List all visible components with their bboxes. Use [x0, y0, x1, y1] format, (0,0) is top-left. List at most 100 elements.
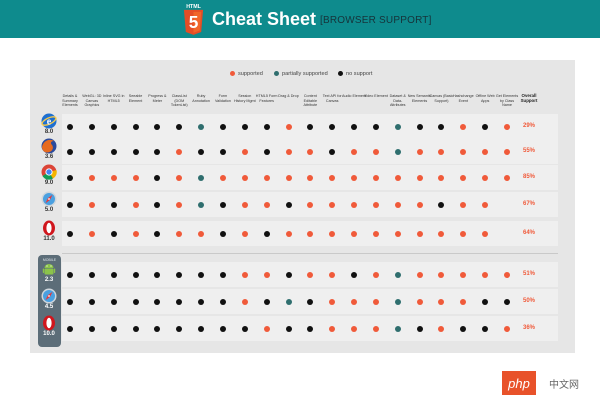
- ie-icon: e: [41, 113, 57, 129]
- no-support-dot: [110, 201, 117, 208]
- no-support-dot: [132, 123, 139, 130]
- logo-number: 5: [189, 12, 199, 32]
- overall-support-value: 64%: [522, 230, 535, 236]
- no-support-dot: [176, 123, 183, 130]
- browser-version: 4.5: [44, 304, 54, 310]
- column-header: Dataset & Data- Attributes: [389, 94, 406, 107]
- no-support-dot: [154, 201, 161, 208]
- browser-badge: 9.0: [37, 164, 61, 190]
- supported-dot: [241, 201, 248, 208]
- overall-support-header: Overall Support: [520, 93, 538, 103]
- no-support-dot: [438, 201, 445, 208]
- column-header: Drag & Drop: [278, 94, 299, 98]
- supported-dot: [329, 230, 336, 237]
- column-header: HTML5 Form Features: [255, 94, 278, 103]
- supported-dot: [285, 174, 292, 181]
- supported-dot: [504, 325, 510, 332]
- no-support-dot: [67, 271, 73, 278]
- no-support-dot: [285, 201, 292, 208]
- supported-dot: [482, 271, 489, 278]
- supported-dot: [416, 271, 423, 278]
- partial-dot: [198, 201, 205, 208]
- supported-dot: [482, 201, 489, 208]
- no-support-dot: [67, 148, 73, 155]
- column-header: Video Element: [363, 94, 388, 98]
- supported-dot: [329, 201, 336, 208]
- logo-text: HTML: [186, 4, 201, 10]
- no-support-dot: [88, 123, 95, 130]
- supported-dot: [241, 174, 248, 181]
- supported-dot: [176, 201, 183, 208]
- php-watermark-logo: php 中文网: [502, 371, 592, 395]
- supported-dot: [416, 148, 423, 155]
- no-support-dot: [154, 271, 161, 278]
- supported-dot: [329, 298, 336, 305]
- column-header: Details & Summary Elements: [62, 94, 78, 107]
- supported-dot: [351, 230, 358, 237]
- no-support-dot: [351, 123, 358, 130]
- no-support-dot: [263, 298, 270, 305]
- no-support-dot: [504, 298, 510, 305]
- no-support-dot: [176, 271, 183, 278]
- supported-dot: [416, 201, 423, 208]
- supported-dot: [460, 148, 467, 155]
- supported-dot: [416, 298, 423, 305]
- android-icon: [41, 261, 57, 277]
- partial-dot: [394, 123, 401, 130]
- column-header: Inline SVG in HTML5: [102, 94, 125, 103]
- no-support-dot: [154, 174, 161, 181]
- no-support-dot: [219, 325, 226, 332]
- no-support-dot: [219, 271, 226, 278]
- no-support-dot: [110, 271, 117, 278]
- no-support-dot: [482, 325, 489, 332]
- html5-logo-icon: HTML 5: [183, 4, 204, 35]
- no-support-dot: [460, 325, 467, 332]
- supported-dot: [307, 201, 314, 208]
- supported-dot: [88, 201, 95, 208]
- supported-dot: [482, 174, 489, 181]
- supported-dot: [263, 201, 270, 208]
- supported-dot: [241, 148, 248, 155]
- supported-dot: [219, 174, 226, 181]
- no-support-dot: [241, 123, 248, 130]
- supported-dot: [176, 174, 183, 181]
- no-support-dot: [198, 271, 205, 278]
- legend-supported: supported: [230, 71, 263, 78]
- no-support-dot: [110, 230, 117, 237]
- browser-badge: 5.0: [37, 191, 61, 217]
- no-support-dot: [372, 123, 379, 130]
- no-support-dot: [219, 230, 226, 237]
- supported-dot: [263, 174, 270, 181]
- no-support-dot: [154, 230, 161, 237]
- no-support-dot: [176, 325, 183, 332]
- supported-dot: [504, 148, 510, 155]
- no-support-dot: [219, 298, 226, 305]
- supported-dot: [132, 230, 139, 237]
- supported-dot: [372, 201, 379, 208]
- header-bar: HTML 5 Cheat Sheet [BROWSER SUPPORT]: [0, 0, 600, 38]
- supported-dot: [176, 230, 183, 237]
- no-support-dot: [110, 298, 117, 305]
- supported-dot: [263, 271, 270, 278]
- no-support-dot: [132, 298, 139, 305]
- supported-dot: [416, 174, 423, 181]
- no-support-dot: [110, 148, 117, 155]
- no-support-dot: [482, 298, 489, 305]
- no-support-dot: [67, 201, 73, 208]
- column-header: Session History Mgmt: [233, 94, 256, 103]
- no-support-dot: [154, 325, 161, 332]
- svg-text:中文网: 中文网: [549, 378, 579, 391]
- supported-dot: [329, 174, 336, 181]
- supported-dot: [307, 271, 314, 278]
- page-title: Cheat Sheet [BROWSER SUPPORT]: [212, 9, 432, 31]
- no-support-dot: [329, 148, 336, 155]
- supported-dot: [438, 174, 445, 181]
- no-support-dot: [307, 298, 314, 305]
- no-support-dot: [438, 123, 445, 130]
- no-support-dot: [154, 298, 161, 305]
- supported-dot: [372, 298, 379, 305]
- supported-dot: [394, 174, 401, 181]
- legend-no-support: no support: [338, 71, 372, 78]
- safari-icon: [41, 191, 57, 207]
- column-header: Seeable Element: [128, 94, 143, 103]
